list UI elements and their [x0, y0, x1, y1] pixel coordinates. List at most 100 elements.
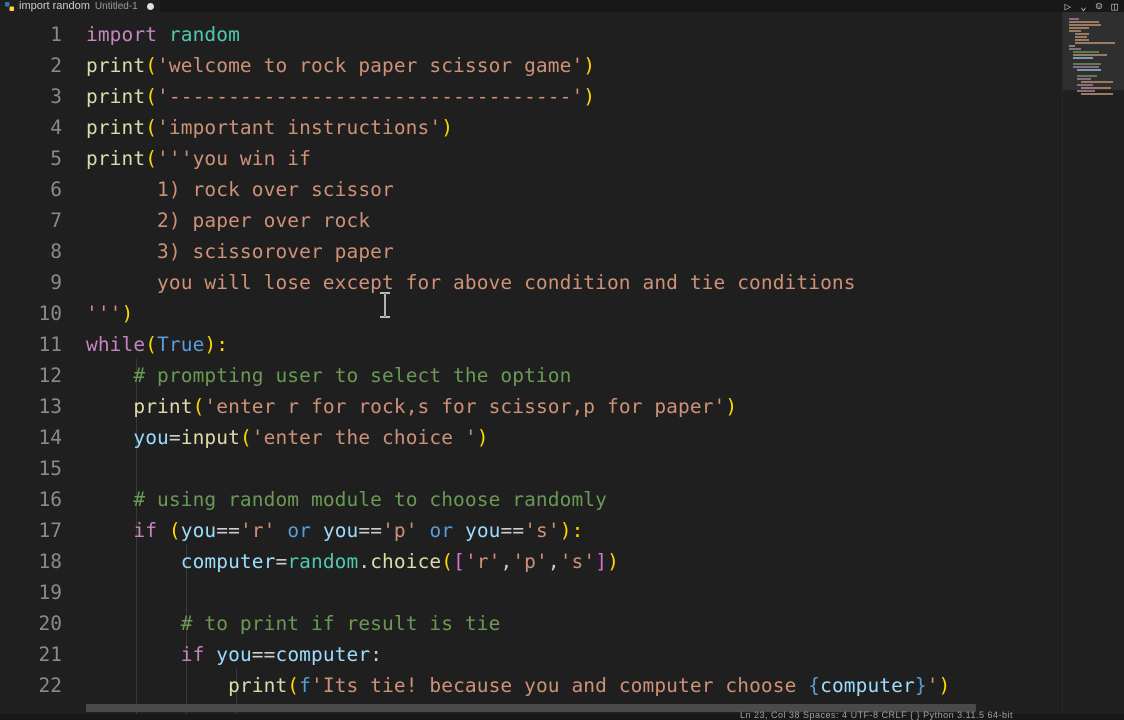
code-text: # to print if result is tie	[180, 612, 501, 635]
line-number: 11	[38, 333, 62, 356]
copilot-icon[interactable]: ☺	[1096, 0, 1103, 13]
code-line: 17 if (you=='r' or you=='p' or you=='s')…	[0, 515, 1062, 546]
code-text: computer=random.choice(['r','p','s'])	[180, 550, 619, 573]
unsaved-dot-icon[interactable]	[146, 2, 154, 10]
code-line: 5 print('''you win if	[0, 143, 1062, 174]
code-line: 6 1) rock over scissor	[0, 174, 1062, 205]
minimap-line	[1069, 18, 1079, 20]
line-number: 16	[38, 488, 62, 511]
code-text: print(f'Its tie! because you and compute…	[228, 674, 951, 697]
minimap-line	[1073, 54, 1107, 56]
code-line: 7 2) paper over rock	[0, 205, 1062, 236]
code-text: 3) scissorover paper	[86, 240, 394, 263]
minimap-line	[1081, 93, 1113, 95]
code-line: 10 ''')	[0, 298, 1062, 329]
line-number: 17	[38, 519, 62, 542]
minimap-line	[1075, 39, 1089, 41]
tab-subtitle: Untitled-1	[94, 0, 138, 12]
code-text: print('---------------------------------…	[86, 85, 596, 108]
run-dropdown-icon[interactable]: ⌄	[1080, 0, 1087, 13]
editor-actions: ▷ ⌄ ☺ ◫	[1065, 0, 1119, 13]
split-editor-icon[interactable]: ◫	[1111, 0, 1118, 13]
minimap-line	[1077, 90, 1095, 92]
line-number: 3	[50, 85, 62, 108]
minimap-line	[1081, 81, 1113, 83]
line-number: 7	[50, 209, 62, 232]
code-line: 8 3) scissorover paper	[0, 236, 1062, 267]
code-text: you will lose except for above condition…	[86, 271, 856, 294]
run-icon[interactable]: ▷	[1065, 0, 1072, 13]
minimap-line	[1077, 78, 1091, 80]
minimap-line	[1069, 27, 1089, 29]
minimap-line	[1073, 57, 1093, 59]
line-number: 19	[38, 581, 62, 604]
code-text: print('important instructions')	[86, 116, 454, 139]
minimap-line	[1069, 21, 1099, 23]
code-text: you=input('enter the choice ')	[133, 426, 489, 449]
text-cursor-icon	[380, 292, 390, 318]
code-text: if (you=='r' or you=='p' or you=='s'):	[133, 519, 584, 542]
code-line: 1 import random	[0, 19, 1062, 50]
editor-tab[interactable]: import random Untitled-1	[0, 0, 160, 12]
code-line: 4 print('important instructions')	[0, 112, 1062, 143]
minimap-line	[1069, 45, 1075, 47]
code-line: 18 computer=random.choice(['r','p','s'])	[0, 546, 1062, 577]
minimap-line	[1077, 75, 1097, 77]
code-line: 19	[0, 577, 1062, 608]
minimap-line	[1075, 42, 1115, 44]
minimap-line	[1077, 84, 1093, 86]
code-line: 13 print('enter r for rock,s for scissor…	[0, 391, 1062, 422]
code-line: 11 while(True):	[0, 329, 1062, 360]
code-line: 20 # to print if result is tie	[0, 608, 1062, 639]
tab-filename: import random	[19, 0, 90, 12]
code-text: print('''you win if	[86, 147, 311, 170]
code-line: 16 # using random module to choose rando…	[0, 484, 1062, 515]
line-number: 12	[38, 364, 62, 387]
line-number: 8	[50, 240, 62, 263]
line-number: 9	[50, 271, 62, 294]
line-number: 15	[38, 457, 62, 480]
code-text: if you==computer:	[180, 643, 383, 666]
minimap-line	[1073, 51, 1099, 53]
minimap-line	[1075, 33, 1089, 35]
minimap-line	[1073, 63, 1101, 65]
code-text: 1) rock over scissor	[86, 178, 394, 201]
code-text: 2) paper over rock	[86, 209, 371, 232]
line-number: 2	[50, 54, 62, 77]
minimap-line	[1069, 24, 1101, 26]
code-text: # prompting user to select the option	[133, 364, 572, 387]
line-number: 4	[50, 116, 62, 139]
line-number: 22	[38, 674, 62, 697]
line-number: 20	[38, 612, 62, 635]
code-line: 15	[0, 453, 1062, 484]
minimap-line	[1069, 48, 1081, 50]
line-number: 6	[50, 178, 62, 201]
minimap[interactable]	[1062, 12, 1124, 720]
line-number: 18	[38, 550, 62, 573]
minimap-line	[1069, 30, 1081, 32]
status-bar-text[interactable]: Ln 23, Col 38 Spaces: 4 UTF-8 CRLF { } P…	[740, 710, 1013, 720]
code-text: ''')	[86, 302, 134, 325]
minimap-line	[1077, 69, 1101, 71]
line-number: 10	[38, 302, 62, 325]
code-line: 14 you=input('enter the choice ')	[0, 422, 1062, 453]
code-text: print('welcome to rock paper scissor gam…	[86, 54, 596, 77]
python-file-icon	[5, 1, 14, 11]
code-line: 22 print(f'Its tie! because you and comp…	[0, 670, 1062, 701]
code-line: 3 print('-------------------------------…	[0, 81, 1062, 112]
minimap-line	[1073, 66, 1099, 68]
line-number: 14	[38, 426, 62, 449]
code-text: import random	[86, 23, 240, 46]
code-text: while(True):	[86, 333, 229, 356]
line-number: 5	[50, 147, 62, 170]
minimap-line	[1081, 87, 1111, 89]
line-number: 13	[38, 395, 62, 418]
line-number: 21	[38, 643, 62, 666]
line-number: 1	[50, 23, 62, 46]
code-line: 2 print('welcome to rock paper scissor g…	[0, 50, 1062, 81]
code-line: 21 if you==computer:	[0, 639, 1062, 670]
minimap-line	[1075, 36, 1087, 38]
code-editor[interactable]: 1 import random 2 print('welcome to rock…	[0, 18, 1062, 720]
code-line: 12 # prompting user to select the option	[0, 360, 1062, 391]
code-text: print('enter r for rock,s for scissor,p …	[133, 395, 738, 418]
